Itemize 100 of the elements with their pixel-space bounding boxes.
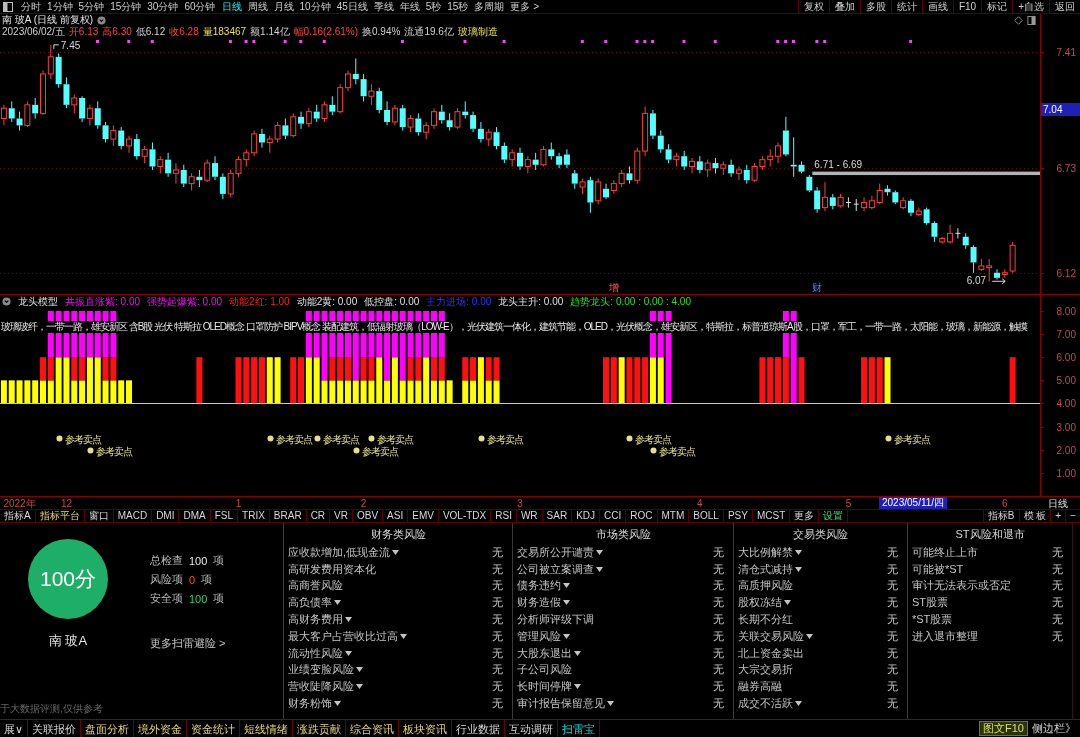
dropdown-icon[interactable] xyxy=(2,297,11,306)
bottom-tab[interactable]: 短线情绪 xyxy=(240,720,294,737)
caret-icon[interactable] xyxy=(596,566,603,572)
indicator-tab[interactable]: 指标A xyxy=(0,510,36,522)
window-icon[interactable] xyxy=(3,1,13,12)
caret-icon[interactable] xyxy=(795,549,802,555)
indicator-tab[interactable]: PSY xyxy=(723,510,753,522)
indicator-tab[interactable]: ASI xyxy=(383,510,409,522)
period-tab[interactable]: 15分钟 xyxy=(107,0,145,13)
toolbar-button[interactable]: 统计 xyxy=(890,0,922,13)
bottom-tab[interactable]: 板块资讯 xyxy=(399,720,453,737)
indicator-tab[interactable]: RSI xyxy=(491,510,517,522)
more-link[interactable]: 更多扫雷避险 > xyxy=(150,636,226,651)
indicator-tab[interactable]: MCST xyxy=(752,510,791,522)
diamond-icon[interactable] xyxy=(1014,15,1023,25)
period-tab[interactable]: 5分钟 xyxy=(75,0,108,13)
toolbar-button[interactable]: 叠加 xyxy=(828,0,860,13)
period-tab[interactable]: 15秒 xyxy=(444,0,472,13)
indicator-tab[interactable]: MTM xyxy=(657,510,690,522)
period-tab[interactable]: 季线 xyxy=(370,0,397,13)
bottom-tab[interactable]: 涨跌贡献 xyxy=(293,720,347,737)
caret-icon[interactable] xyxy=(345,617,352,623)
caret-icon[interactable] xyxy=(795,566,802,572)
period-tab[interactable]: 多周期 xyxy=(471,0,508,13)
caret-icon[interactable] xyxy=(356,684,363,690)
bottom-tab[interactable]: 展∨ xyxy=(0,720,29,737)
indicator-tab[interactable]: VOL-TDX xyxy=(438,510,492,522)
period-tab[interactable]: 5秒 xyxy=(422,0,445,13)
indicator-tab[interactable]: BRAR xyxy=(269,510,307,522)
period-tab[interactable]: 30分钟 xyxy=(144,0,182,13)
indicator-tab[interactable]: CR xyxy=(306,510,331,522)
period-tab[interactable]: 60分钟 xyxy=(181,0,219,13)
period-tab[interactable]: 1分钟 xyxy=(44,0,76,13)
indicator-tab[interactable]: WR xyxy=(516,510,543,522)
toolbar-button[interactable]: F10 xyxy=(952,0,982,13)
side-button[interactable]: 图文F10 xyxy=(979,721,1028,736)
indicator-tab[interactable]: CCI xyxy=(600,510,627,522)
side-button[interactable]: 侧边栏》 xyxy=(1028,721,1080,736)
panel-icon[interactable] xyxy=(1027,15,1036,25)
bottom-tab[interactable]: 境外资金 xyxy=(134,720,188,737)
caret-icon[interactable] xyxy=(563,600,570,606)
caret-icon[interactable] xyxy=(345,650,352,656)
period-tab[interactable]: 分时 xyxy=(18,0,44,13)
caret-icon[interactable] xyxy=(356,667,363,673)
risk-status: 无 xyxy=(1052,578,1063,594)
caret-icon[interactable] xyxy=(795,701,802,707)
period-tab[interactable]: 10分钟 xyxy=(296,0,334,13)
period-tab[interactable]: 日线 xyxy=(218,0,245,13)
period-tab[interactable]: 月线 xyxy=(270,0,297,13)
bottom-tab[interactable]: 互动调研 xyxy=(505,720,559,737)
indicator-tab[interactable]: FSL xyxy=(210,510,239,522)
indicator-tab[interactable]: 更多 xyxy=(790,510,820,522)
indicator-tab[interactable]: − xyxy=(1065,510,1080,522)
indicator-tab[interactable]: DMA xyxy=(179,510,211,522)
indicator-tab[interactable]: 窗口 xyxy=(84,510,114,522)
indicator-tab[interactable]: 指标B xyxy=(982,510,1019,522)
indicator-tab[interactable]: BOLL xyxy=(689,510,724,522)
toolbar-button[interactable]: 标记 xyxy=(981,0,1013,13)
caret-icon[interactable] xyxy=(400,633,407,639)
caret-icon[interactable] xyxy=(784,600,791,606)
caret-icon[interactable] xyxy=(596,549,603,555)
indicator-tab[interactable]: EMV xyxy=(408,510,439,522)
caret-icon[interactable] xyxy=(563,583,570,589)
bottom-tab[interactable]: 综合资讯 xyxy=(346,720,400,737)
indicator-tab[interactable]: + xyxy=(1050,510,1066,522)
bottom-tab[interactable]: 关联报价 xyxy=(28,720,82,737)
bottom-tab[interactable]: 盘面分析 xyxy=(81,720,135,737)
toolbar-button[interactable]: 多股 xyxy=(859,0,891,13)
caret-icon[interactable] xyxy=(806,633,813,639)
caret-icon[interactable] xyxy=(563,633,570,639)
indicator-tab[interactable]: 指标平台 xyxy=(35,510,85,522)
dropdown-icon[interactable] xyxy=(97,15,107,25)
indicator-tab[interactable]: DMI xyxy=(152,510,180,522)
period-tab[interactable]: 年线 xyxy=(396,0,423,13)
indicator-tab[interactable]: MACD xyxy=(113,510,153,522)
period-tab[interactable]: 更多 > xyxy=(507,0,543,13)
period-tab[interactable]: 周线 xyxy=(244,0,271,13)
bottom-tab[interactable]: 资金统计 xyxy=(187,720,241,737)
toolbar-button[interactable]: +自选 xyxy=(1012,0,1049,13)
indicator-tab[interactable]: ROC xyxy=(626,510,658,522)
caret-icon[interactable] xyxy=(607,701,614,707)
toolbar-button[interactable]: 返回 xyxy=(1049,0,1080,13)
indicator-tab[interactable]: SAR xyxy=(542,510,573,522)
caret-icon[interactable] xyxy=(334,701,341,707)
caret-icon[interactable] xyxy=(392,549,400,555)
toolbar-button[interactable]: 画线 xyxy=(921,0,953,13)
caret-icon[interactable] xyxy=(574,650,581,656)
caret-icon[interactable] xyxy=(334,600,341,606)
indicator-tab[interactable]: KDJ xyxy=(572,510,601,522)
risk-status: 无 xyxy=(713,662,724,678)
risk-status: 无 xyxy=(713,578,724,594)
bottom-tab[interactable]: 行业数据 xyxy=(452,720,506,737)
indicator-tab[interactable]: VR xyxy=(330,510,353,522)
caret-icon[interactable] xyxy=(574,684,581,690)
indicator-tab[interactable]: 设置 xyxy=(819,510,849,522)
indicator-tab[interactable]: TRIX xyxy=(238,510,270,522)
indicator-tab[interactable]: OBV xyxy=(353,510,384,522)
toolbar-button[interactable]: 复权 xyxy=(797,0,829,13)
indicator-tab[interactable]: 模 板 xyxy=(1018,510,1051,522)
period-tab[interactable]: 45日线 xyxy=(333,0,371,13)
